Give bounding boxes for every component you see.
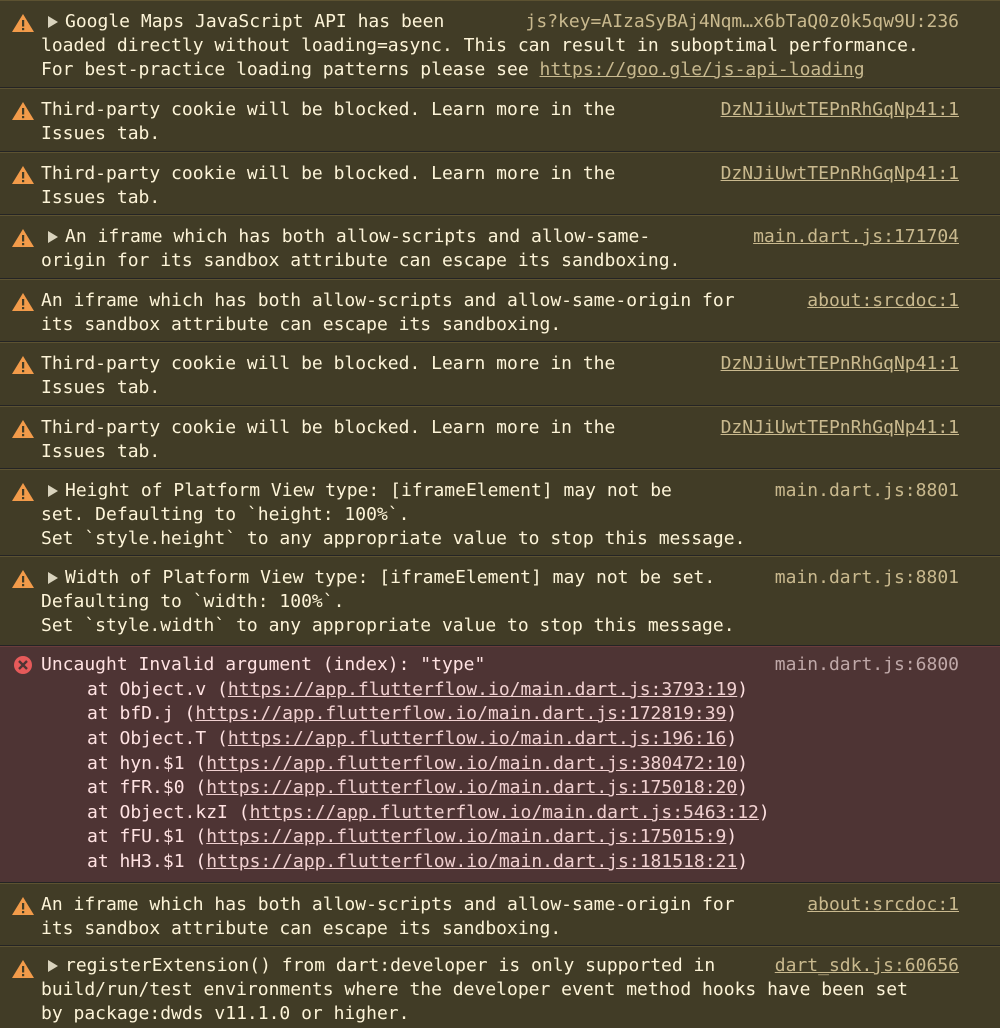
message-source-link[interactable]: main.dart.js:171704 — [753, 225, 959, 249]
stack-frame: at Object.T (https://app.flutterflow.io/… — [87, 728, 738, 749]
warning-icon — [12, 229, 34, 247]
warning-icon — [12, 14, 34, 32]
console-warning-message[interactable]: An iframe which has both allow-scripts a… — [0, 279, 1000, 341]
stack-frame: at fFR.$0 (https://app.flutterflow.io/ma… — [87, 777, 749, 798]
message-text: set. Defaulting to `height: 100%`. — [41, 504, 410, 525]
message-source-link[interactable]: DzNJiUwtTEPnRhGqNp41:1 — [721, 162, 959, 186]
console-warning-message[interactable]: An iframe which has both allow-scripts a… — [0, 883, 1000, 945]
stack-frame-link[interactable]: https://app.flutterflow.io/main.dart.js:… — [228, 728, 727, 749]
message-text: build/run/test environments where the de… — [41, 979, 908, 1000]
message-text: Issues tab. — [41, 377, 161, 398]
message-text: Issues tab. — [41, 441, 161, 462]
message-source-link[interactable]: main.dart.js:6800 — [775, 653, 959, 677]
message-text: origin for its sandbox attribute can esc… — [41, 250, 681, 271]
message-text: Set `style.width` to any appropriate val… — [41, 615, 735, 636]
warning-icon — [12, 420, 34, 438]
expand-triangle-icon[interactable] — [41, 10, 65, 34]
message-source-link[interactable]: DzNJiUwtTEPnRhGqNp41:1 — [721, 98, 959, 122]
message-text: An iframe which has both allow-scripts a… — [41, 894, 735, 915]
warning-icon — [12, 293, 34, 311]
stack-frame-link[interactable]: https://app.flutterflow.io/main.dart.js:… — [228, 679, 737, 700]
message-source-link[interactable]: DzNJiUwtTEPnRhGqNp41:1 — [721, 352, 959, 376]
message-text: Third-party cookie will be blocked. Lear… — [41, 99, 616, 120]
message-text: An iframe which has both allow-scripts a… — [41, 290, 735, 311]
stack-frame: at fFU.$1 (https://app.flutterflow.io/ma… — [87, 826, 738, 847]
console-messages: Google Maps JavaScript API has been js?k… — [0, 0, 1000, 1028]
warning-icon — [12, 102, 34, 120]
stack-frame: at Object.kzI (https://app.flutterflow.i… — [87, 802, 770, 823]
expand-triangle-icon[interactable] — [41, 479, 65, 503]
console-error-message[interactable]: Uncaught Invalid argument (index): "type… — [0, 646, 1000, 882]
message-text: Width of Platform View type: [iframeElem… — [65, 567, 716, 588]
message-source-link[interactable]: dart_sdk.js:60656 — [775, 954, 959, 978]
warning-icon — [12, 166, 34, 184]
console-warning-message[interactable]: Width of Platform View type: [iframeElem… — [0, 556, 1000, 645]
console-warning-message[interactable]: registerExtension() from dart:developer … — [0, 946, 1000, 1028]
message-text: Google Maps JavaScript API has been — [65, 11, 445, 32]
stack-frame: at Object.v (https://app.flutterflow.io/… — [87, 679, 749, 700]
message-text: For best-practice loading patterns pleas… — [41, 59, 540, 80]
message-source-link[interactable]: js?key=AIzaSyBAj4Nqm…x6bTaQ0z0k5qw9U:236 — [526, 10, 959, 34]
message-source-link[interactable]: about:srcdoc:1 — [807, 893, 959, 917]
error-icon — [14, 656, 32, 674]
expand-triangle-icon[interactable] — [41, 954, 65, 978]
stack-frame-link[interactable]: https://app.flutterflow.io/main.dart.js:… — [206, 777, 737, 798]
console-warning-message[interactable]: Google Maps JavaScript API has been js?k… — [0, 0, 1000, 87]
message-text: Third-party cookie will be blocked. Lear… — [41, 353, 616, 374]
message-text: by package:dwds v11.1.0 or higher. — [41, 1003, 410, 1024]
warning-icon — [12, 570, 34, 588]
message-source-link[interactable]: main.dart.js:8801 — [775, 566, 959, 590]
expand-triangle-icon[interactable] — [41, 225, 65, 249]
message-text: Issues tab. — [41, 123, 161, 144]
warning-icon — [12, 356, 34, 374]
stack-frame-link[interactable]: https://app.flutterflow.io/main.dart.js:… — [206, 826, 726, 847]
message-text: Third-party cookie will be blocked. Lear… — [41, 417, 616, 438]
console-warning-message[interactable]: Third-party cookie will be blocked. Lear… — [0, 406, 1000, 468]
console-warning-message[interactable]: Third-party cookie will be blocked. Lear… — [0, 88, 1000, 151]
console-warning-message[interactable]: An iframe which has both allow-scripts a… — [0, 215, 1000, 278]
console-warning-message[interactable]: Third-party cookie will be blocked. Lear… — [0, 152, 1000, 214]
message-text: Height of Platform View type: [iframeEle… — [65, 480, 672, 501]
stack-frame-link[interactable]: https://app.flutterflow.io/main.dart.js:… — [206, 851, 737, 872]
expand-triangle-icon[interactable] — [41, 566, 65, 590]
message-text: loaded directly without loading=async. T… — [41, 35, 919, 56]
message-text: registerExtension() from dart:developer … — [65, 955, 716, 976]
console-warning-message[interactable]: Height of Platform View type: [iframeEle… — [0, 469, 1000, 555]
message-text: its sandbox attribute can escape its san… — [41, 918, 562, 939]
message-text: An iframe which has both allow-scripts a… — [65, 226, 651, 247]
message-source-link[interactable]: main.dart.js:8801 — [775, 479, 959, 503]
message-source-link[interactable]: DzNJiUwtTEPnRhGqNp41:1 — [721, 416, 959, 440]
message-text: Set `style.height` to any appropriate va… — [41, 528, 746, 549]
stack-frame-link[interactable]: https://app.flutterflow.io/main.dart.js:… — [195, 703, 726, 724]
message-text: Issues tab. — [41, 187, 161, 208]
warning-icon — [12, 483, 34, 501]
stack-frame: at hyn.$1 (https://app.flutterflow.io/ma… — [87, 753, 749, 774]
stack-frame-link[interactable]: https://app.flutterflow.io/main.dart.js:… — [250, 802, 759, 823]
message-text: Third-party cookie will be blocked. Lear… — [41, 163, 616, 184]
stack-frame: at bfD.j (https://app.flutterflow.io/mai… — [87, 703, 738, 724]
warning-icon — [12, 897, 34, 915]
stack-frame-link[interactable]: https://app.flutterflow.io/main.dart.js:… — [206, 753, 737, 774]
docs-link[interactable]: https://goo.gle/js-api-loading — [540, 59, 865, 80]
console-warning-message[interactable]: Third-party cookie will be blocked. Lear… — [0, 342, 1000, 405]
message-text: its sandbox attribute can escape its san… — [41, 314, 562, 335]
message-text: Uncaught Invalid argument (index): "type… — [41, 654, 486, 675]
stack-frame: at hH3.$1 (https://app.flutterflow.io/ma… — [87, 851, 749, 872]
message-text: Defaulting to `width: 100%`. — [41, 591, 345, 612]
message-source-link[interactable]: about:srcdoc:1 — [807, 289, 959, 313]
warning-icon — [12, 960, 34, 978]
